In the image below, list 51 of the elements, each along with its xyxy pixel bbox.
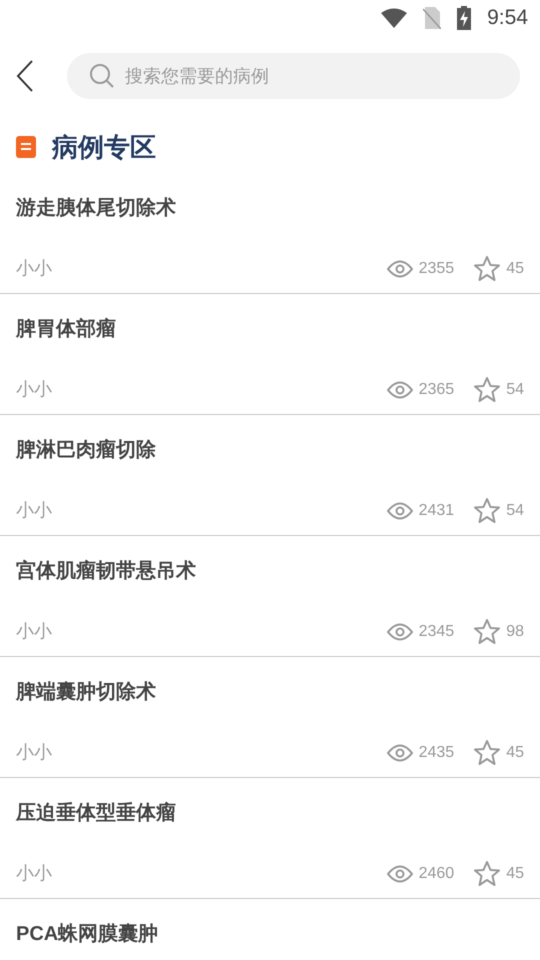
favorite-count: 45 [506, 258, 524, 278]
star-icon[interactable] [474, 740, 500, 765]
case-title: 游走胰体尾切除术 [16, 196, 177, 221]
eye-icon [386, 260, 413, 278]
eye-icon [386, 380, 413, 398]
eye-icon [386, 622, 413, 640]
case-item[interactable]: 游走胰体尾切除术 小小 2355 45 [0, 173, 540, 294]
view-count: 2355 [418, 258, 454, 278]
view-count: 2365 [418, 380, 454, 400]
wifi-icon [381, 8, 408, 28]
case-title: 脾淋巴肉瘤切除 [16, 438, 157, 463]
case-title: 脾胃体部瘤 [16, 316, 117, 342]
author-name: 小小 [16, 257, 52, 280]
favorite-count: 54 [506, 380, 524, 400]
star-icon[interactable] [474, 498, 500, 523]
favorite-count: 45 [506, 742, 524, 762]
eye-icon [386, 744, 413, 762]
favorite-count: 54 [506, 500, 524, 520]
case-item[interactable]: 压迫垂体型垂体瘤 小小 2460 45 [0, 778, 540, 899]
eye-icon [386, 864, 413, 882]
author-name: 小小 [16, 862, 52, 885]
case-item[interactable]: 脾淋巴肉瘤切除 小小 2431 54 [0, 415, 540, 536]
case-item[interactable]: PCA蛛网膜囊肿 [0, 899, 540, 960]
case-item[interactable]: 宫体肌瘤韧带悬吊术 小小 2345 98 [0, 536, 540, 657]
view-count: 2345 [418, 622, 454, 642]
section-title: 病例专区 [52, 130, 156, 164]
author-name: 小小 [16, 741, 52, 764]
search-field[interactable]: 搜索您需要的病例 [67, 53, 520, 99]
author-name: 小小 [16, 499, 52, 522]
favorite-count: 98 [506, 622, 524, 642]
no-sim-icon [423, 7, 442, 29]
eye-icon [386, 502, 413, 520]
case-title: 脾端囊肿切除术 [16, 680, 157, 705]
case-item[interactable]: 脾端囊肿切除术 小小 2435 45 [0, 657, 540, 778]
view-count: 2435 [418, 742, 454, 762]
star-icon[interactable] [474, 377, 500, 402]
author-name: 小小 [16, 378, 52, 401]
case-title: PCA蛛网膜囊肿 [16, 922, 160, 947]
case-title: 压迫垂体型垂体瘤 [16, 800, 177, 826]
document-icon [16, 136, 36, 158]
star-icon[interactable] [474, 256, 500, 281]
view-count: 2460 [418, 864, 454, 884]
star-icon[interactable] [474, 861, 500, 886]
star-icon[interactable] [474, 619, 500, 644]
author-name: 小小 [16, 620, 52, 643]
case-item[interactable]: 脾胃体部瘤 小小 2365 54 [0, 294, 540, 415]
case-title: 宫体肌瘤韧带悬吊术 [16, 558, 197, 584]
view-count: 2431 [418, 500, 454, 520]
battery-charging-icon [457, 6, 472, 30]
favorite-count: 45 [506, 864, 524, 884]
clock-text: 9:54 [487, 5, 528, 32]
